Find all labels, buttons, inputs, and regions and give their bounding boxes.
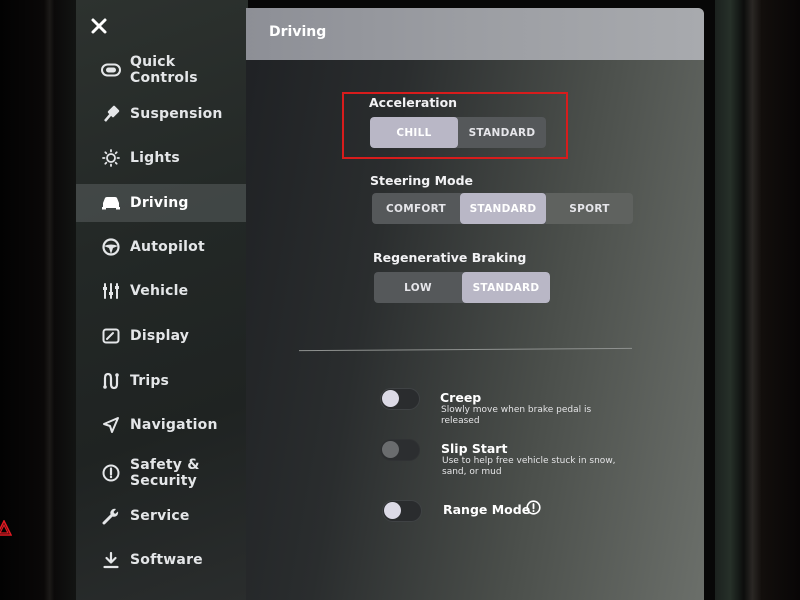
sidebar-item-trips[interactable]: Trips <box>76 362 248 400</box>
creep-toggle[interactable] <box>380 388 420 410</box>
display-icon <box>100 325 122 347</box>
navigation-arrow-icon <box>100 414 122 436</box>
sidebar-item-label: Navigation <box>130 417 218 433</box>
toggle-knob <box>384 502 401 519</box>
sidebar-item-service[interactable]: Service <box>76 497 248 535</box>
sidebar-item-label: Service <box>130 508 190 524</box>
sidebar-item-lights[interactable]: Lights <box>76 139 248 177</box>
panel-header: Driving <box>246 8 704 60</box>
acceleration-label: Acceleration <box>369 95 458 110</box>
range-mode-title: Range Mode <box>443 502 531 517</box>
info-icon[interactable] <box>526 500 541 515</box>
alert-circle-icon <box>100 462 122 484</box>
sidebar-item-autopilot[interactable]: Autopilot <box>76 228 248 266</box>
screen-bezel-left <box>0 0 80 600</box>
sidebar-item-label: Quick Controls <box>129 54 198 86</box>
steering-option-comfort[interactable]: COMFORT <box>372 193 460 224</box>
sidebar-item-label: Vehicle <box>130 283 189 299</box>
sliders-icon <box>100 280 122 302</box>
sidebar-item-label: Safety & Security <box>130 457 200 489</box>
close-icon[interactable] <box>90 17 108 35</box>
sidebar-item-label: Driving <box>130 195 189 211</box>
acceleration-option-standard[interactable]: STANDARD <box>458 117 546 148</box>
steering-mode-selector: COMFORT STANDARD SPORT <box>372 193 633 224</box>
page-title: Driving <box>269 24 327 40</box>
toggle-icon <box>100 59 122 81</box>
steering-mode-label: Steering Mode <box>370 173 474 188</box>
toggle-knob <box>382 441 399 458</box>
section-divider <box>299 347 632 352</box>
sidebar-item-display[interactable]: Display <box>76 317 248 355</box>
wrench-icon <box>100 505 122 527</box>
regen-option-standard[interactable]: STANDARD <box>462 272 550 303</box>
settings-screen: Quick Controls Suspension Lights Driving <box>76 0 719 600</box>
sidebar-item-label: Suspension <box>130 106 223 122</box>
sidebar-item-navigation[interactable]: Navigation <box>76 406 248 444</box>
sidebar-item-label: Display <box>130 328 190 344</box>
acceleration-option-chill[interactable]: CHILL <box>370 117 458 148</box>
toggle-knob <box>382 390 399 407</box>
screen-bezel-right <box>715 0 800 600</box>
regen-option-low[interactable]: LOW <box>374 272 462 303</box>
regenerative-braking-selector: LOW STANDARD <box>374 272 550 303</box>
sidebar-item-label: Autopilot <box>130 239 205 255</box>
hazard-warning-icon <box>0 520 12 536</box>
sidebar-item-software[interactable]: Software <box>76 541 248 579</box>
sidebar-item-label-line1: Safety & <box>130 457 200 473</box>
sidebar-item-label: Software <box>130 552 203 568</box>
sidebar-item-label: Lights <box>130 150 180 166</box>
sidebar-item-vehicle[interactable]: Vehicle <box>76 272 248 310</box>
sidebar-item-quick-controls[interactable]: Quick Controls <box>76 51 248 89</box>
regenerative-braking-label: Regenerative Braking <box>373 250 527 265</box>
car-icon <box>100 192 122 214</box>
creep-title: Creep <box>440 390 482 405</box>
sidebar-item-safety-security[interactable]: Safety & Security <box>76 452 248 494</box>
route-icon <box>100 370 122 392</box>
sidebar-item-label: Trips <box>130 373 170 389</box>
slip-start-title: Slip Start <box>441 441 508 456</box>
slip-start-toggle[interactable] <box>380 439 420 461</box>
settings-sidebar: Quick Controls Suspension Lights Driving <box>76 0 248 600</box>
sidebar-item-label-line2: Security <box>130 473 197 489</box>
creep-description: Slowly move when brake pedal is released <box>441 405 592 426</box>
download-icon <box>100 549 122 571</box>
acceleration-selector: CHILL STANDARD <box>370 117 546 148</box>
shock-absorber-icon <box>100 103 122 125</box>
range-mode-toggle[interactable] <box>382 500 422 522</box>
driving-settings-panel: Driving Acceleration CHILL STANDARD Stee… <box>246 8 704 600</box>
sun-icon <box>100 147 122 169</box>
steering-option-sport[interactable]: SPORT <box>546 193 633 224</box>
slip-start-description: Use to help free vehicle stuck in snow, … <box>442 456 616 477</box>
sidebar-item-suspension[interactable]: Suspension <box>76 95 248 133</box>
steering-wheel-icon <box>100 236 122 258</box>
steering-option-standard[interactable]: STANDARD <box>460 193 546 224</box>
sidebar-item-driving[interactable]: Driving <box>76 184 248 222</box>
